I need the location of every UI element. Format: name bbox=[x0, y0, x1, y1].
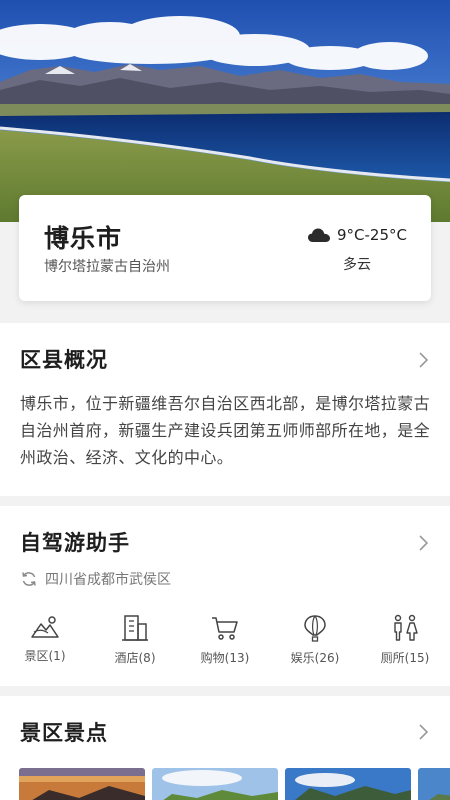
category-label: 娱乐(26) bbox=[290, 651, 340, 665]
hero-landscape-image bbox=[0, 0, 450, 222]
category-label: 厕所(15) bbox=[380, 651, 430, 665]
prefecture-name: 博尔塔拉蒙古自治州 bbox=[44, 259, 170, 275]
refresh-icon[interactable] bbox=[20, 570, 38, 588]
current-location[interactable]: 四川省成都市武侯区 bbox=[20, 569, 171, 589]
temperature-range: 9°C-25°C bbox=[337, 226, 407, 244]
balloon-icon bbox=[304, 615, 326, 642]
weather-description: 多云 bbox=[343, 257, 371, 273]
city-name: 博乐市 bbox=[44, 224, 123, 253]
drive-assistant-section: 自驾游助手 四川省成都市武侯区 景区(1) 酒店(8) 购物(13) 娱乐(26… bbox=[0, 506, 450, 686]
chevron-right-icon[interactable] bbox=[418, 724, 428, 740]
category-hotel[interactable]: 酒店(8) bbox=[100, 614, 170, 666]
overview-title: 区县概况 bbox=[20, 348, 108, 372]
scenic-spots-section[interactable]: 景区景点 bbox=[0, 696, 450, 800]
category-restroom[interactable]: 厕所(15) bbox=[370, 614, 440, 666]
cloud-icon bbox=[308, 228, 330, 242]
restroom-icon bbox=[394, 614, 418, 641]
overview-text: 博乐市，位于新疆维吾尔自治区西北部，是博尔塔拉蒙古自治州首府，新疆生产建设兵团第… bbox=[20, 394, 431, 467]
scenic-thumbnail[interactable] bbox=[152, 768, 278, 800]
category-entertainment[interactable]: 娱乐(26) bbox=[280, 614, 350, 666]
category-label: 酒店(8) bbox=[114, 651, 156, 665]
overview-section[interactable]: 区县概况 博乐市，位于新疆维吾尔自治区西北部，是博尔塔拉蒙古自治州首府，新疆生产… bbox=[0, 323, 450, 496]
cart-icon bbox=[212, 617, 238, 640]
category-shopping[interactable]: 购物(13) bbox=[190, 614, 260, 666]
scenic-spots-title: 景区景点 bbox=[20, 721, 108, 745]
scenic-thumbnail[interactable] bbox=[285, 768, 411, 800]
category-label: 购物(13) bbox=[200, 651, 250, 665]
chevron-right-icon[interactable] bbox=[418, 352, 428, 368]
drive-assistant-title: 自驾游助手 bbox=[20, 531, 130, 555]
category-row: 景区(1) 酒店(8) 购物(13) 娱乐(26) 厕所(15) bbox=[0, 614, 450, 674]
category-label: 景区(1) bbox=[24, 649, 66, 663]
mountain-icon bbox=[31, 616, 59, 638]
scenic-thumbnail[interactable] bbox=[418, 768, 450, 800]
city-card: 博乐市 博尔塔拉蒙古自治州 9°C-25°C 多云 bbox=[19, 195, 431, 301]
scenic-thumbnails bbox=[19, 768, 450, 800]
hotel-icon bbox=[122, 615, 148, 641]
weather-summary: 9°C-25°C bbox=[307, 226, 407, 244]
chevron-right-icon[interactable] bbox=[418, 535, 428, 551]
location-text: 四川省成都市武侯区 bbox=[45, 572, 171, 588]
scenic-thumbnail[interactable] bbox=[19, 768, 145, 800]
category-scenic[interactable]: 景区(1) bbox=[10, 614, 80, 664]
